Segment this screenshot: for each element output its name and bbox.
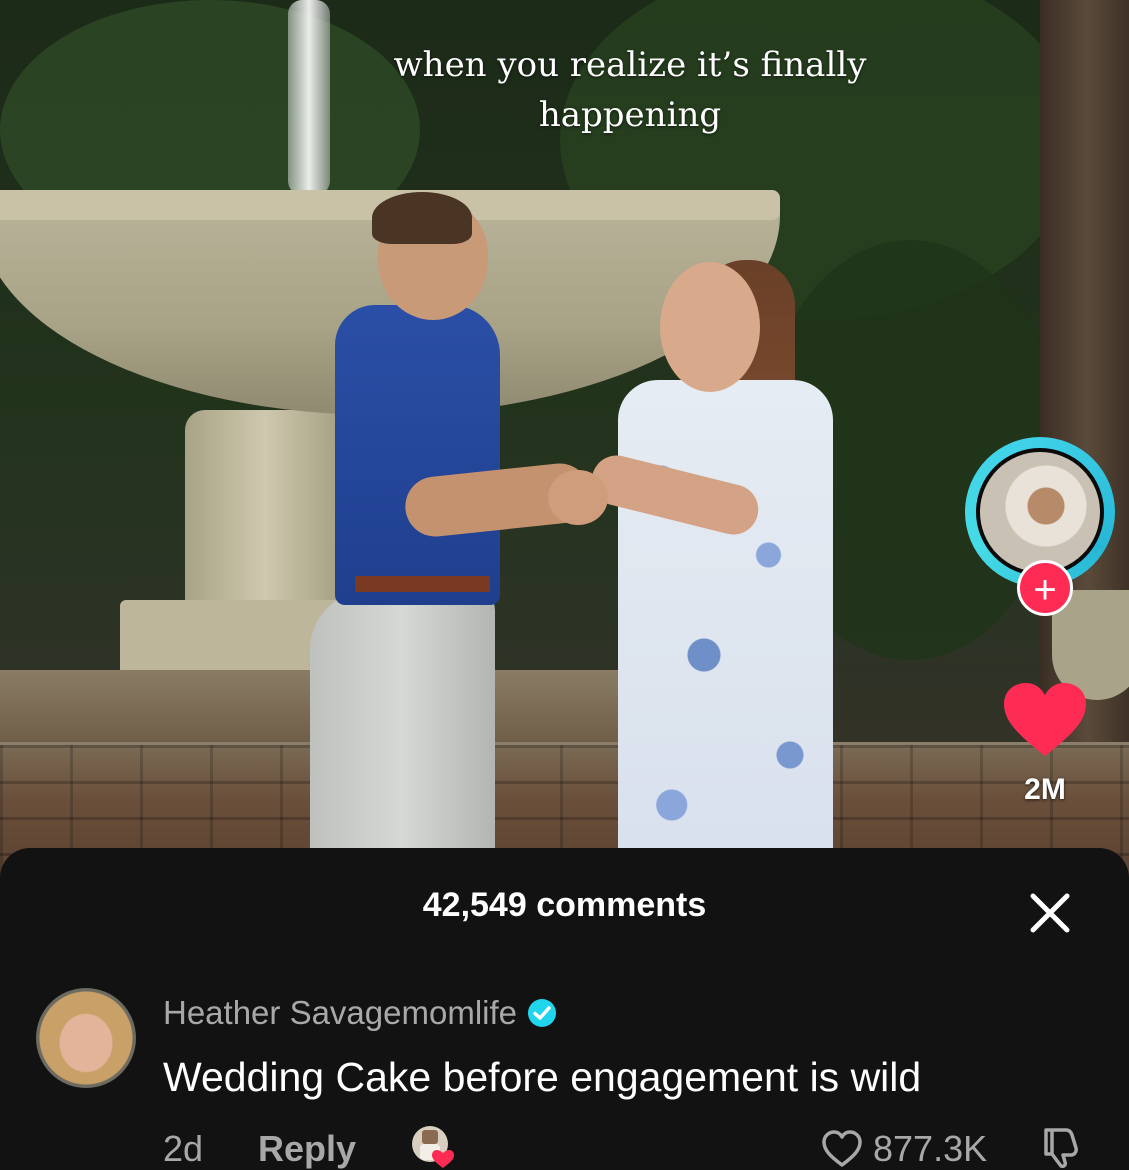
man-belt bbox=[355, 576, 490, 592]
comments-count-title: 42,549 comments bbox=[422, 886, 707, 924]
comment-text: Wedding Cake before engagement is wild bbox=[163, 1054, 922, 1100]
comment-username: Heather Savagemomlife bbox=[163, 994, 518, 1031]
man-shirt bbox=[335, 305, 500, 605]
commenter-avatar[interactable] bbox=[36, 988, 136, 1088]
heart-icon[interactable] bbox=[1000, 680, 1090, 760]
heart-outline-icon bbox=[822, 1130, 862, 1167]
like-count: 2M bbox=[1024, 773, 1066, 806]
close-icon[interactable] bbox=[1025, 888, 1075, 938]
woman-head bbox=[660, 262, 760, 392]
woman-dress bbox=[618, 380, 833, 880]
held-hands bbox=[548, 470, 608, 525]
man-hair bbox=[372, 192, 472, 244]
comment-like-count: 877.3K bbox=[873, 1128, 988, 1169]
reply-button[interactable]: Reply bbox=[258, 1128, 356, 1170]
verified-badge-icon bbox=[528, 999, 557, 1027]
comment-like-button[interactable]: 877.3K bbox=[821, 1128, 987, 1170]
comment-username-row[interactable]: Heather Savagemomlife bbox=[163, 994, 557, 1032]
dislike-icon[interactable] bbox=[1038, 1126, 1082, 1168]
comments-sheet: 42,549 comments Heather Savagemomlife We… bbox=[0, 848, 1129, 1170]
creator-avatar-icon bbox=[976, 448, 1104, 576]
video-caption: when you realize it’s finally happening bbox=[393, 45, 867, 135]
video-player[interactable]: when you realize it’s finally happening bbox=[0, 0, 1129, 880]
comment-age: 2d bbox=[163, 1128, 204, 1169]
follow-button[interactable]: + bbox=[1017, 560, 1073, 616]
creator-liked-icon bbox=[412, 1126, 454, 1168]
man-pants bbox=[310, 590, 495, 880]
comment-meta: 2d Reply 877.3K bbox=[163, 1124, 1113, 1170]
